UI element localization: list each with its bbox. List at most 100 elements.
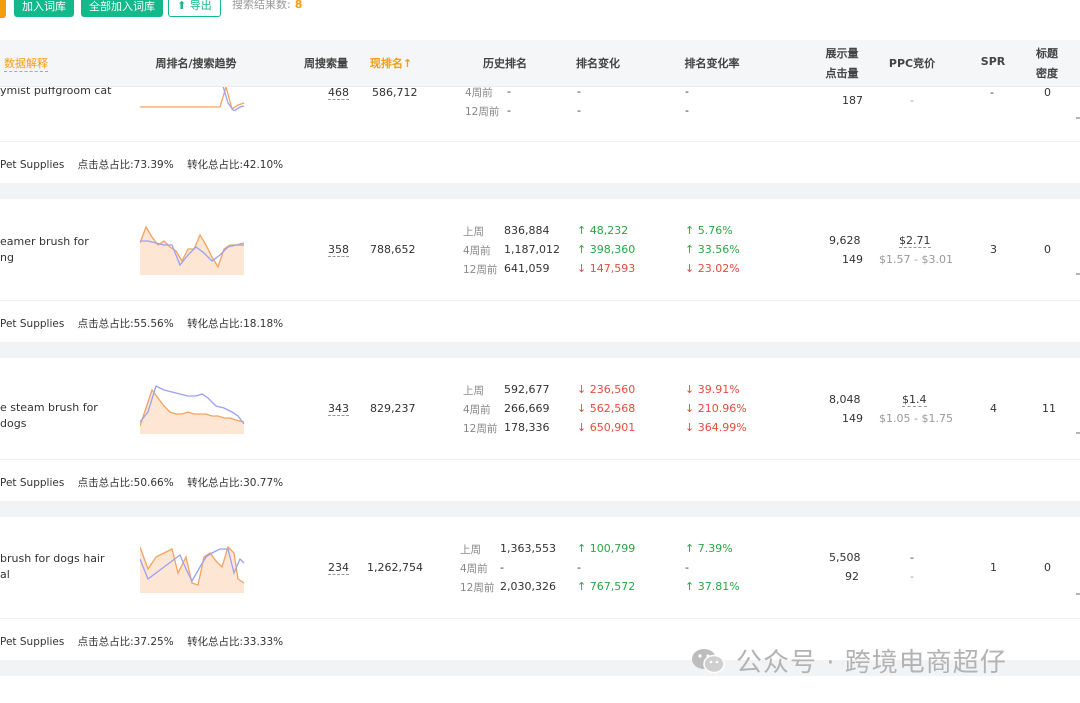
export-label: 导出 [189,0,212,12]
hist-label: 12周前 [465,106,500,118]
keyword-line: ng [0,251,14,264]
row-action-handle[interactable] [1076,593,1080,595]
hist-value: 266,669 [504,402,550,415]
clicks-value: 92 [845,570,859,583]
result-count-value: 8 [294,0,303,11]
current-rank-value: 1,262,754 [367,561,423,574]
density-value: 0 [1044,243,1051,256]
weekly-search-value[interactable]: 343 [328,402,349,416]
row-subinfo: Pet Supplies 点击总占比:50.66% 转化总占比:30.77% [0,475,293,490]
hist-label: 12周前 [463,423,498,435]
rank-change-rate: - [685,104,689,117]
weekly-search-value[interactable]: 358 [328,243,349,257]
rank-change-rate: 37.81% [697,580,740,593]
clicks-value: 149 [842,253,863,266]
table-row: brush for dogs hair al 234 1,262,754 上周 … [0,517,1080,660]
export-button[interactable]: ⬆ 导出 [168,0,221,17]
impressions-value: 9,628 [829,234,861,247]
trend-sparkline[interactable] [140,384,246,436]
hist-value: - [500,561,504,574]
conversion-share: 转化总占比:42.10% [187,159,284,171]
ppc-range: $1.57 - $3.01 [879,253,953,266]
hist-value: 592,677 [504,383,550,396]
col-rank-change-rate[interactable]: 排名变化率 [680,55,744,71]
clicks-value: 187 [842,94,863,107]
conversion-share: 转化总占比:33.33% [187,636,284,648]
spr-value: 1 [990,561,997,574]
hist-value: 2,030,326 [500,580,556,593]
rank-change: 48,232 [589,224,629,237]
click-share: 点击总占比:55.56% [77,318,174,330]
rank-change-up: ↑ 100,799 [577,542,636,555]
col-impressions[interactable]: 展示量 [820,45,864,61]
trend-sparkline[interactable] [140,225,246,277]
toolbar: 加入词库 全部加入词库 ⬆ 导出 搜索结果数: 8 [0,0,1080,20]
data-explain-link[interactable]: 数据解释 [4,55,48,72]
density-value: 0 [1044,561,1051,574]
ppc-range: $1.05 - $1.75 [879,412,953,425]
weekly-search-value[interactable]: 234 [328,561,349,575]
col-rank-change[interactable]: 排名变化 [570,55,626,71]
orange-button-edge[interactable] [0,0,6,18]
download-icon: ⬆ [177,0,187,12]
hist-label: 4周前 [460,563,488,575]
hist-label: 4周前 [465,87,493,99]
rank-change-down: ↓ 650,901 [577,421,636,434]
trend-sparkline[interactable] [140,543,246,595]
conversion-share: 转化总占比:30.77% [187,477,284,489]
hist-label: 上周 [460,544,481,556]
rank-change-up: ↑ 398,360 [577,243,636,256]
row-subinfo: Pet Supplies 点击总占比:73.39% 转化总占比:42.10% [0,157,293,172]
rank-change: - [577,104,581,117]
row-subinfo: Pet Supplies 点击总占比:37.25% 转化总占比:33.33% [0,634,293,649]
table-row: eamer brush for ng 358 788,652 上周 836,88… [0,199,1080,342]
col-weekly-search[interactable]: 周搜索量 [300,55,352,71]
rank-change: 100,799 [589,542,636,555]
current-rank-value: 788,652 [370,243,416,256]
hist-label: 4周前 [463,404,491,416]
watermark-text: 公众号 · 跨境电商超仔 [736,648,1007,678]
ppc-range: - [910,570,914,583]
row-action-handle[interactable] [1076,117,1080,119]
spr-value: - [990,86,994,99]
col-current-rank-sort[interactable]: 现排名↑ [365,55,417,71]
impressions-value: 8,048 [829,393,861,406]
rank-rate-down: ↓ 210.96% [685,402,747,415]
add-all-to-library-button[interactable]: 全部加入词库 [81,0,163,17]
keyword-text[interactable]: e steam brush for dogs [0,400,125,432]
rank-change-up: ↑ 48,232 [577,224,629,237]
ppc-value: - [910,94,914,107]
col-spr[interactable]: SPR [978,55,1008,68]
rank-rate-up: ↑ 37.81% [685,580,740,593]
hist-value: 1,187,012 [504,243,560,256]
col-clicks[interactable]: 点击量 [820,65,864,81]
result-count-label: 搜索结果数: [232,0,291,11]
density-value: 11 [1042,402,1056,415]
ppc-value[interactable]: $2.71 [899,234,931,248]
spr-value: 4 [990,402,997,415]
current-rank-value: 586,712 [372,86,418,99]
add-to-library-button[interactable]: 加入词库 [14,0,74,17]
density-value: 0 [1044,86,1051,99]
ppc-value[interactable]: $1.4 [902,393,927,407]
col-title-density-2[interactable]: 密度 [1030,65,1064,81]
hist-value: 641,059 [504,262,550,275]
rank-change-down: ↓ 147,593 [577,262,636,275]
keyword-text[interactable]: eamer brush for ng [0,234,125,266]
col-ppc[interactable]: PPC竞价 [886,55,938,71]
keyword-line: eamer brush for [0,235,89,248]
row-action-handle[interactable] [1076,432,1080,434]
result-count: 搜索结果数: 8 [232,0,303,11]
keyword-text[interactable]: brush for dogs hair al [0,551,125,583]
col-title-density-1[interactable]: 标题 [1030,45,1064,61]
keyword-line: al [0,568,10,581]
rank-change: - [577,561,581,574]
category: Pet Supplies [0,636,65,648]
rank-change-rate: - [685,561,689,574]
weekly-search-value[interactable]: 468 [328,86,349,100]
hist-label: 4周前 [463,245,491,257]
trend-sparkline[interactable] [140,87,246,111]
row-action-handle[interactable] [1076,273,1080,275]
clicks-value: 149 [842,412,863,425]
ppc-value: - [910,551,914,564]
